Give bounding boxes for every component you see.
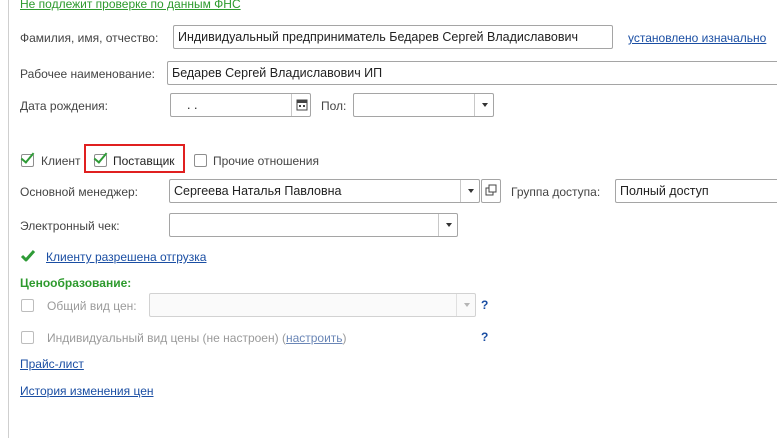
chevron-down-icon <box>482 103 488 107</box>
calendar-icon <box>296 99 308 111</box>
configure-link[interactable]: настроить <box>286 331 343 345</box>
chevron-down-icon <box>468 189 474 193</box>
pricing-section-title: Ценообразование: <box>20 276 132 290</box>
gender-select[interactable] <box>353 93 494 117</box>
gender-dropdown-button[interactable] <box>474 94 493 116</box>
gender-label: Пол: <box>321 99 347 113</box>
supplier-label: Поставщик <box>113 154 175 168</box>
open-card-icon <box>485 184 497 196</box>
left-border <box>8 0 9 438</box>
manager-label: Основной менеджер: <box>20 185 139 199</box>
chevron-down-icon <box>464 303 470 307</box>
general-price-checkbox[interactable] <box>21 299 34 312</box>
chevron-down-icon <box>446 223 452 227</box>
access-group-select[interactable]: Полный доступ <box>615 179 777 203</box>
checkmark-icon <box>20 149 35 164</box>
birth-date-label: Дата рождения: <box>20 99 108 113</box>
fio-label: Фамилия, имя, отчество: <box>20 31 159 45</box>
individual-price-text: Индивидуальный вид цены (не настроен) ( <box>47 331 286 345</box>
general-price-select[interactable] <box>149 293 476 317</box>
echeck-dropdown-button[interactable] <box>438 214 457 236</box>
manager-value: Сергеева Наталья Павловна <box>174 184 342 198</box>
client-label: Клиент <box>41 154 81 168</box>
green-check-icon <box>20 250 36 262</box>
work-name-input[interactable]: Бедарев Сергей Владиславович ИП <box>167 61 777 85</box>
access-group-label: Группа доступа: <box>511 185 601 199</box>
general-price-label: Общий вид цен: <box>47 299 137 313</box>
work-name-label: Рабочее наименование: <box>20 67 155 81</box>
manager-select[interactable]: Сергеева Наталья Павловна <box>169 179 480 203</box>
fio-value: Индивидуальный предприниматель Бедарев С… <box>178 30 578 44</box>
client-checkbox[interactable] <box>20 149 35 167</box>
manager-dropdown-button[interactable] <box>460 180 479 202</box>
supplier-checkbox[interactable] <box>93 149 108 167</box>
other-relations-checkbox[interactable] <box>194 154 207 167</box>
shipment-allowed-link[interactable]: Клиенту разрешена отгрузка <box>46 250 206 264</box>
birth-date-value: . . <box>187 98 198 112</box>
individual-price-checkbox[interactable] <box>21 331 34 344</box>
echeck-select[interactable] <box>169 213 458 237</box>
echeck-label: Электронный чек: <box>20 219 120 233</box>
work-name-value: Бедарев Сергей Владиславович ИП <box>172 66 383 80</box>
set-initially-link[interactable]: установлено изначально <box>628 31 766 45</box>
other-relations-label: Прочие отношения <box>213 154 320 168</box>
individual-price-help[interactable]: ? <box>481 330 488 344</box>
calendar-button[interactable] <box>291 94 310 116</box>
general-price-help[interactable]: ? <box>481 298 488 312</box>
birth-date-input[interactable]: . . <box>170 93 311 117</box>
individual-price-close: ) <box>342 331 347 345</box>
individual-price-label: Индивидуальный вид цены (не настроен) (н… <box>47 330 347 346</box>
access-group-value: Полный доступ <box>620 184 709 198</box>
general-price-dropdown-button[interactable] <box>456 294 475 316</box>
open-manager-button[interactable] <box>481 179 501 203</box>
price-list-link[interactable]: Прайс-лист <box>20 357 84 371</box>
price-history-link[interactable]: История изменения цен <box>20 384 154 398</box>
fio-input[interactable]: Индивидуальный предприниматель Бедарев С… <box>173 25 613 49</box>
fns-check-link[interactable]: Не подлежит проверке по данным ФНС <box>20 0 241 11</box>
